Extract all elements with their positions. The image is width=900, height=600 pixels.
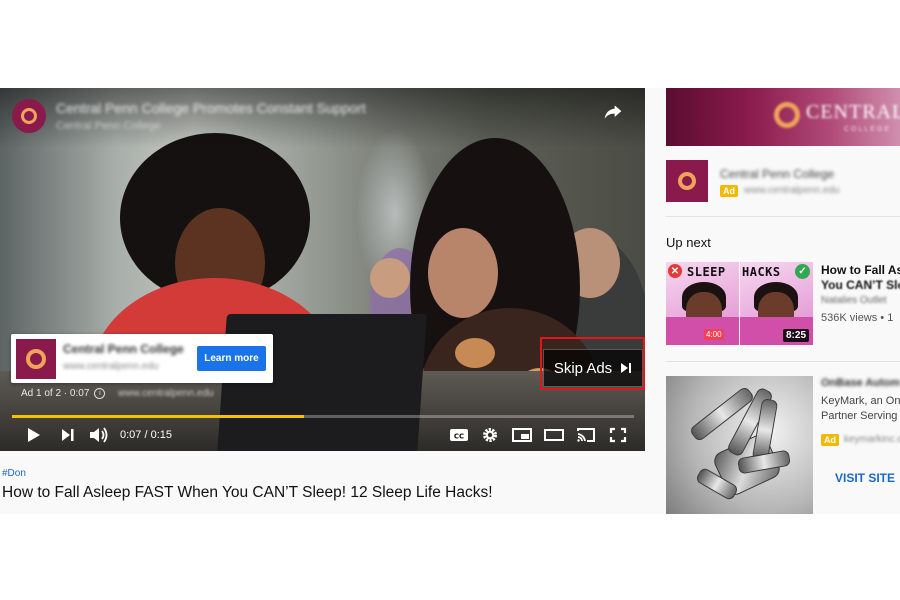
progress-bar[interactable]	[12, 415, 634, 418]
up-next-heading: Up next	[666, 235, 711, 250]
recommended-video-title[interactable]: How to Fall As	[821, 263, 900, 277]
ad-badge: Ad	[720, 185, 738, 197]
recommended-channel-name[interactable]: Natalies Outlet	[821, 295, 887, 306]
highlight-box	[540, 337, 645, 390]
banner-text: CENTRAL	[806, 101, 900, 123]
share-icon[interactable]	[602, 102, 624, 122]
cast-icon[interactable]	[575, 426, 597, 444]
side-ad-name[interactable]: Central Penn College	[720, 167, 834, 181]
college-logo	[774, 102, 800, 128]
settings-icon[interactable]	[479, 426, 501, 444]
hashtag-link[interactable]: #Don	[2, 468, 26, 479]
fullscreen-icon[interactable]	[607, 426, 629, 444]
miniplayer-icon[interactable]	[511, 426, 533, 444]
ad-counter: Ad 1 of 2 · 0:07 i	[21, 388, 106, 399]
ad2-description-line2: Partner Serving	[821, 410, 898, 422]
divider	[666, 361, 900, 362]
ad2-description-line1: KeyMark, an On	[821, 395, 900, 407]
recommended-video-thumbnail[interactable]: SLEEP HACKS ✕ ✓ 4:00 8:25	[666, 262, 813, 345]
ad-domain-link[interactable]: www.centralpenn.edu	[118, 388, 214, 399]
ad-video-title[interactable]: Central Penn College Promotes Constant S…	[56, 100, 366, 116]
ad-channel-name: Central Penn College	[56, 120, 161, 132]
ad-advertiser-name: Central Penn College	[63, 342, 184, 356]
thumb-timer: 4:00	[704, 329, 724, 340]
recommended-video-title-line2[interactable]: You CAN’T Sle	[821, 278, 900, 292]
ad-overlay-card[interactable]: Central Penn College www.centralpenn.edu…	[11, 334, 273, 383]
play-icon[interactable]	[22, 426, 44, 444]
banner-subtext: COLLEGE	[844, 126, 892, 133]
player-controls: 0:07 / 0:15 CC	[0, 420, 645, 451]
video-title: How to Fall Asleep FAST When You CAN’T S…	[2, 484, 493, 501]
ad-badge: Ad	[821, 434, 839, 446]
video-duration: 8:25	[783, 329, 810, 342]
ad-robot-hand-image[interactable]	[666, 376, 813, 514]
next-icon[interactable]	[57, 426, 79, 444]
ad-advertiser-url: www.centralpenn.edu	[63, 361, 159, 372]
time-display: 0:07 / 0:15	[120, 429, 172, 441]
companion-ad-banner[interactable]: CENTRAL COLLEGE	[666, 88, 900, 146]
volume-icon[interactable]	[88, 426, 110, 444]
svg-text:CC: CC	[454, 433, 464, 441]
title-overlay	[0, 88, 645, 148]
video-player[interactable]: Central Penn College Promotes Constant S…	[0, 88, 645, 451]
ad-counter-text: Ad 1 of 2 · 0:07	[21, 388, 90, 399]
progress-fill	[12, 415, 305, 418]
ad2-url: keymarkinc.com	[844, 434, 900, 445]
side-ad-logo[interactable]	[666, 160, 708, 202]
thumb-word-sleep: SLEEP	[687, 265, 726, 279]
divider	[666, 216, 900, 217]
side-ad-url: www.centralpenn.edu	[744, 185, 840, 196]
ad-logo	[16, 339, 56, 379]
recommended-view-count: 536K views • 1	[821, 312, 894, 324]
ad2-title[interactable]: OnBase Autom	[821, 377, 900, 389]
cross-icon: ✕	[668, 264, 682, 278]
theater-mode-icon[interactable]	[543, 426, 565, 444]
captions-icon[interactable]: CC	[448, 426, 470, 444]
check-icon: ✓	[795, 264, 810, 279]
info-icon[interactable]: i	[94, 388, 106, 399]
visit-site-button[interactable]: VISIT SITE	[835, 471, 895, 485]
channel-avatar[interactable]	[12, 99, 46, 133]
thumb-word-hacks: HACKS	[742, 265, 781, 279]
learn-more-button[interactable]: Learn more	[197, 346, 266, 371]
